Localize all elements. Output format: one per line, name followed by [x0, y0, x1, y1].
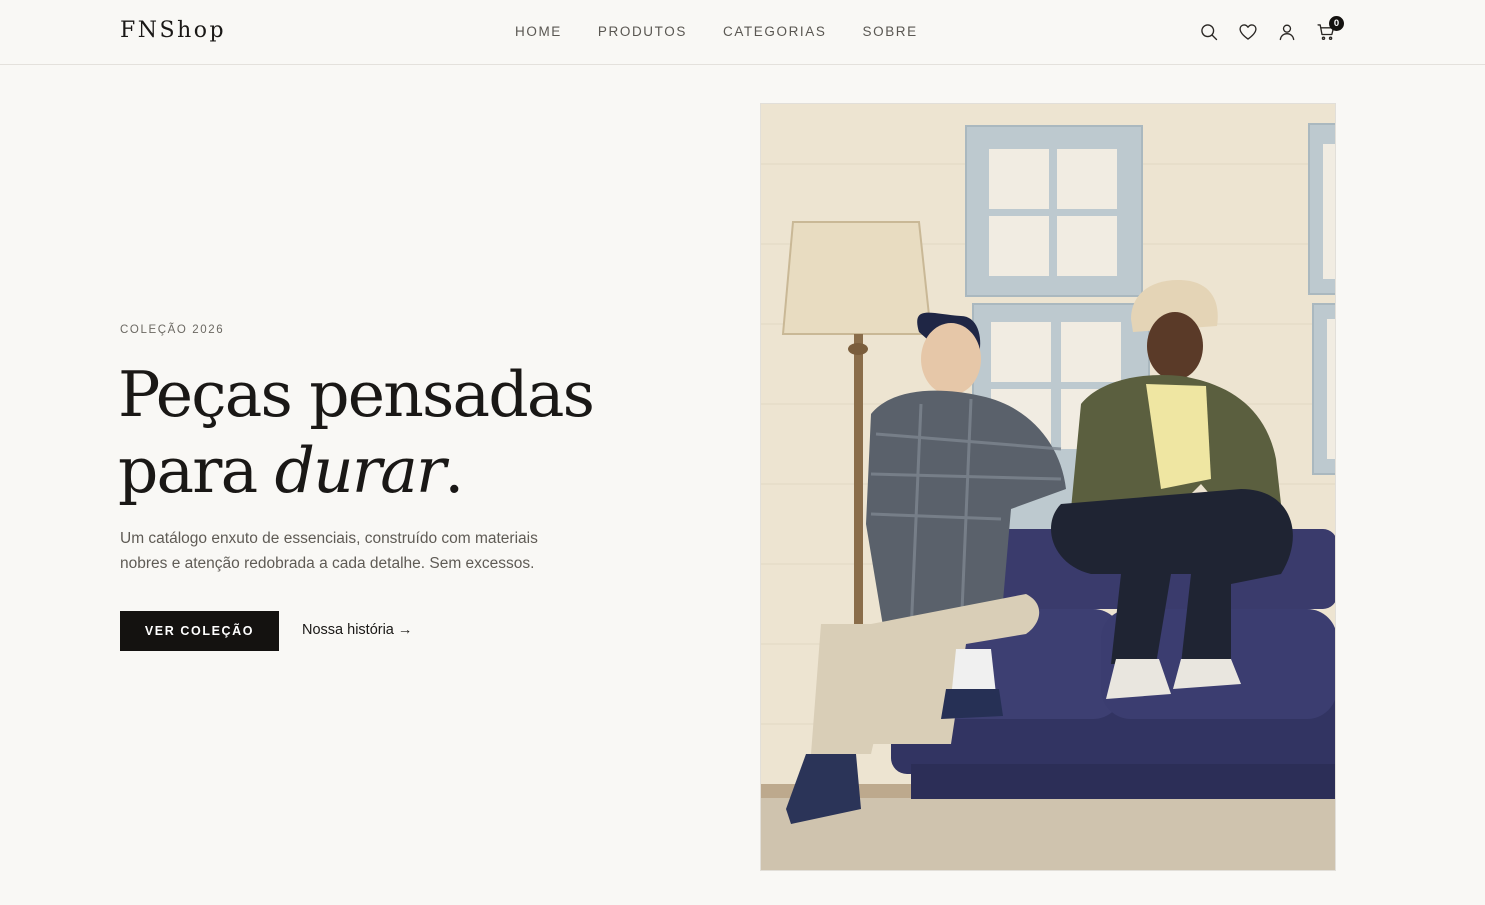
search-button[interactable]	[1198, 20, 1220, 44]
headline-emphasis: durar	[274, 434, 446, 507]
headline-line-2-suffix: .	[444, 434, 464, 507]
main-nav: HOME PRODUTOS CATEGORIAS SOBRE	[515, 24, 954, 39]
nav-item-categorias[interactable]: CATEGORIAS	[723, 24, 827, 39]
heart-icon	[1239, 24, 1257, 40]
hero-eyebrow: COLEÇÃO 2026	[120, 324, 225, 336]
hero-photo-illustration	[761, 104, 1335, 870]
hero-headline: Peças pensadas para durar.	[118, 357, 595, 509]
nav-item-home[interactable]: HOME	[515, 24, 562, 39]
nav-item-produtos[interactable]: PRODUTOS	[598, 24, 687, 39]
our-story-link[interactable]: Nossa história →	[302, 622, 412, 638]
account-button[interactable]	[1276, 20, 1298, 44]
headline-line-1: Peças pensadas	[118, 358, 595, 431]
header-actions: 0	[1198, 16, 1344, 44]
search-icon	[1201, 24, 1218, 41]
hero-photo	[760, 103, 1336, 871]
user-icon	[1279, 24, 1295, 41]
view-collection-button[interactable]: VER COLEÇÃO	[120, 611, 279, 651]
hero-description: Um catálogo enxuto de essenciais, constr…	[120, 530, 538, 572]
headline-line-2-prefix: para	[118, 434, 275, 507]
logo[interactable]: FNShop	[120, 18, 226, 43]
nav-item-sobre[interactable]: SOBRE	[862, 24, 917, 39]
cart-button[interactable]: 0	[1315, 16, 1344, 44]
cart-count-badge: 0	[1329, 16, 1344, 31]
wishlist-button[interactable]	[1237, 20, 1259, 44]
site-header: FNShop HOME PRODUTOS CATEGORIAS SOBRE 0	[0, 0, 1485, 65]
